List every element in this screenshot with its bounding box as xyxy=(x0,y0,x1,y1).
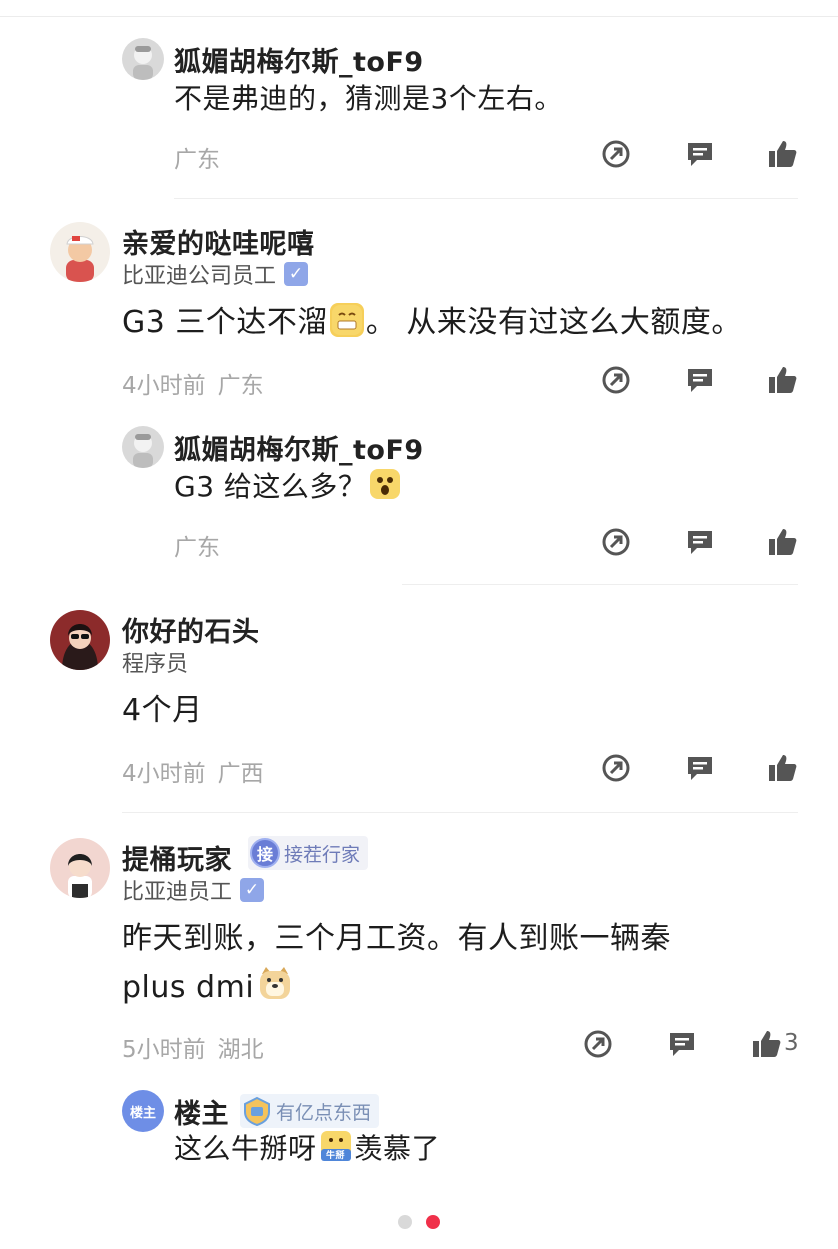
thumbs-up-icon[interactable] xyxy=(750,1028,782,1060)
avatar[interactable] xyxy=(50,222,110,282)
share-icon[interactable] xyxy=(600,526,632,558)
avatar[interactable]: 楼主 xyxy=(122,1090,164,1132)
comment-icon[interactable] xyxy=(684,138,716,170)
comment-meta: 4小时前 广西 xyxy=(122,754,264,788)
avatar[interactable] xyxy=(122,38,164,80)
comment-text: 昨天到账，三个月工资。有人到账一辆秦 xyxy=(122,921,671,956)
share-icon[interactable] xyxy=(600,364,632,396)
comment-location: 广东 xyxy=(174,535,220,561)
comment-text: G3 给这么多？ xyxy=(174,464,404,510)
comment-text-part: 。 从来没有过这么大额度。 xyxy=(365,305,742,340)
user-badge[interactable]: 有亿点东西 xyxy=(240,1094,380,1128)
comment-time: 4小时前 xyxy=(122,761,206,787)
commenter-name[interactable]: 你好的石头 xyxy=(122,610,260,649)
thumbs-up-icon[interactable] xyxy=(766,138,798,170)
comment-meta: 5小时前 湖北 xyxy=(122,1030,264,1064)
dog-emoji-icon xyxy=(256,964,294,1002)
share-icon[interactable] xyxy=(600,138,632,170)
comment-meta: 广东 xyxy=(174,528,220,562)
grin-emoji-icon xyxy=(329,303,364,337)
comment-location: 湖北 xyxy=(217,1037,264,1063)
thumbs-up-icon[interactable] xyxy=(766,752,798,784)
comment-text: 不是弗迪的，猜测是3个左右。 xyxy=(174,82,563,115)
comment-text-part: G3 三个达不溜 xyxy=(122,305,328,340)
comment-text: 这么牛掰呀 牛掰 羡慕了 xyxy=(174,1126,440,1172)
commenter-title-text: 比亚迪公司员工 xyxy=(122,264,277,289)
surprised-emoji-icon xyxy=(368,467,402,501)
verified-icon: ✓ xyxy=(240,878,265,902)
comment-location: 广东 xyxy=(217,373,264,399)
comment-icon[interactable] xyxy=(666,1028,698,1060)
avatar-label: 楼主 xyxy=(129,1105,156,1121)
divider xyxy=(174,198,798,199)
divider xyxy=(122,812,798,813)
share-icon[interactable] xyxy=(600,752,632,784)
comment-text-part: 羡慕了 xyxy=(354,1132,441,1165)
pagination-dot-active[interactable] xyxy=(426,1215,440,1229)
commenter-title-text: 程序员 xyxy=(122,652,189,677)
badge-icon xyxy=(242,1096,272,1127)
comment-time: 5小时前 xyxy=(122,1037,206,1063)
comment-icon[interactable] xyxy=(684,752,716,784)
emoji-label: 牛掰 xyxy=(326,1151,346,1161)
badge-icon: 接 xyxy=(250,838,280,868)
badge-label: 有亿点东西 xyxy=(276,1101,372,1124)
comment-meta: 4小时前 广东 xyxy=(122,366,264,400)
comment-icon[interactable] xyxy=(684,526,716,558)
comment-text: G3 三个达不溜 。 从来没有过这么大额度。 xyxy=(122,300,742,346)
comment-location: 广西 xyxy=(217,761,264,787)
user-badge[interactable]: 接 接茬行家 xyxy=(248,836,369,870)
badge-label: 接茬行家 xyxy=(284,843,361,866)
commenter-title-text: 比亚迪员工 xyxy=(122,880,233,905)
avatar[interactable] xyxy=(50,838,110,898)
commenter-title: 比亚迪公司员工 ✓ xyxy=(122,258,309,290)
commenter-name[interactable]: 亲爱的哒哇呢嘻 xyxy=(122,222,315,261)
comment-text: 4个月 xyxy=(122,693,203,728)
divider xyxy=(402,584,798,585)
thumbs-up-icon[interactable] xyxy=(766,526,798,558)
commenter-name[interactable]: 狐媚胡梅尔斯_toF9 xyxy=(174,40,424,79)
pagination-dot[interactable] xyxy=(398,1215,412,1229)
comment-text: plus dmi xyxy=(122,964,296,1011)
comment-text-part: plus dmi xyxy=(122,970,255,1005)
verified-icon: ✓ xyxy=(284,262,309,286)
thumbs-up-icon[interactable] xyxy=(766,364,798,396)
top-divider xyxy=(0,16,838,17)
avatar[interactable] xyxy=(50,610,110,670)
comment-text-part: G3 给这么多？ xyxy=(174,470,367,503)
comment-meta: 广东 xyxy=(174,140,220,174)
like-count: 3 xyxy=(784,1030,799,1056)
commenter-title: 程序员 xyxy=(122,646,188,678)
comment-time: 4小时前 xyxy=(122,373,206,399)
commenter-name[interactable]: 狐媚胡梅尔斯_toF9 xyxy=(174,428,424,467)
cow-emoji-icon: 牛掰 xyxy=(319,1129,353,1163)
avatar[interactable] xyxy=(122,426,164,468)
comment-text-part: 这么牛掰呀 xyxy=(174,1132,317,1165)
comment-icon[interactable] xyxy=(684,364,716,396)
share-icon[interactable] xyxy=(582,1028,614,1060)
commenter-title: 比亚迪员工 ✓ xyxy=(122,874,265,906)
pagination-dots xyxy=(0,1215,838,1229)
comment-location: 广东 xyxy=(174,147,220,173)
commenter-name[interactable]: 提桶玩家 xyxy=(122,838,232,877)
